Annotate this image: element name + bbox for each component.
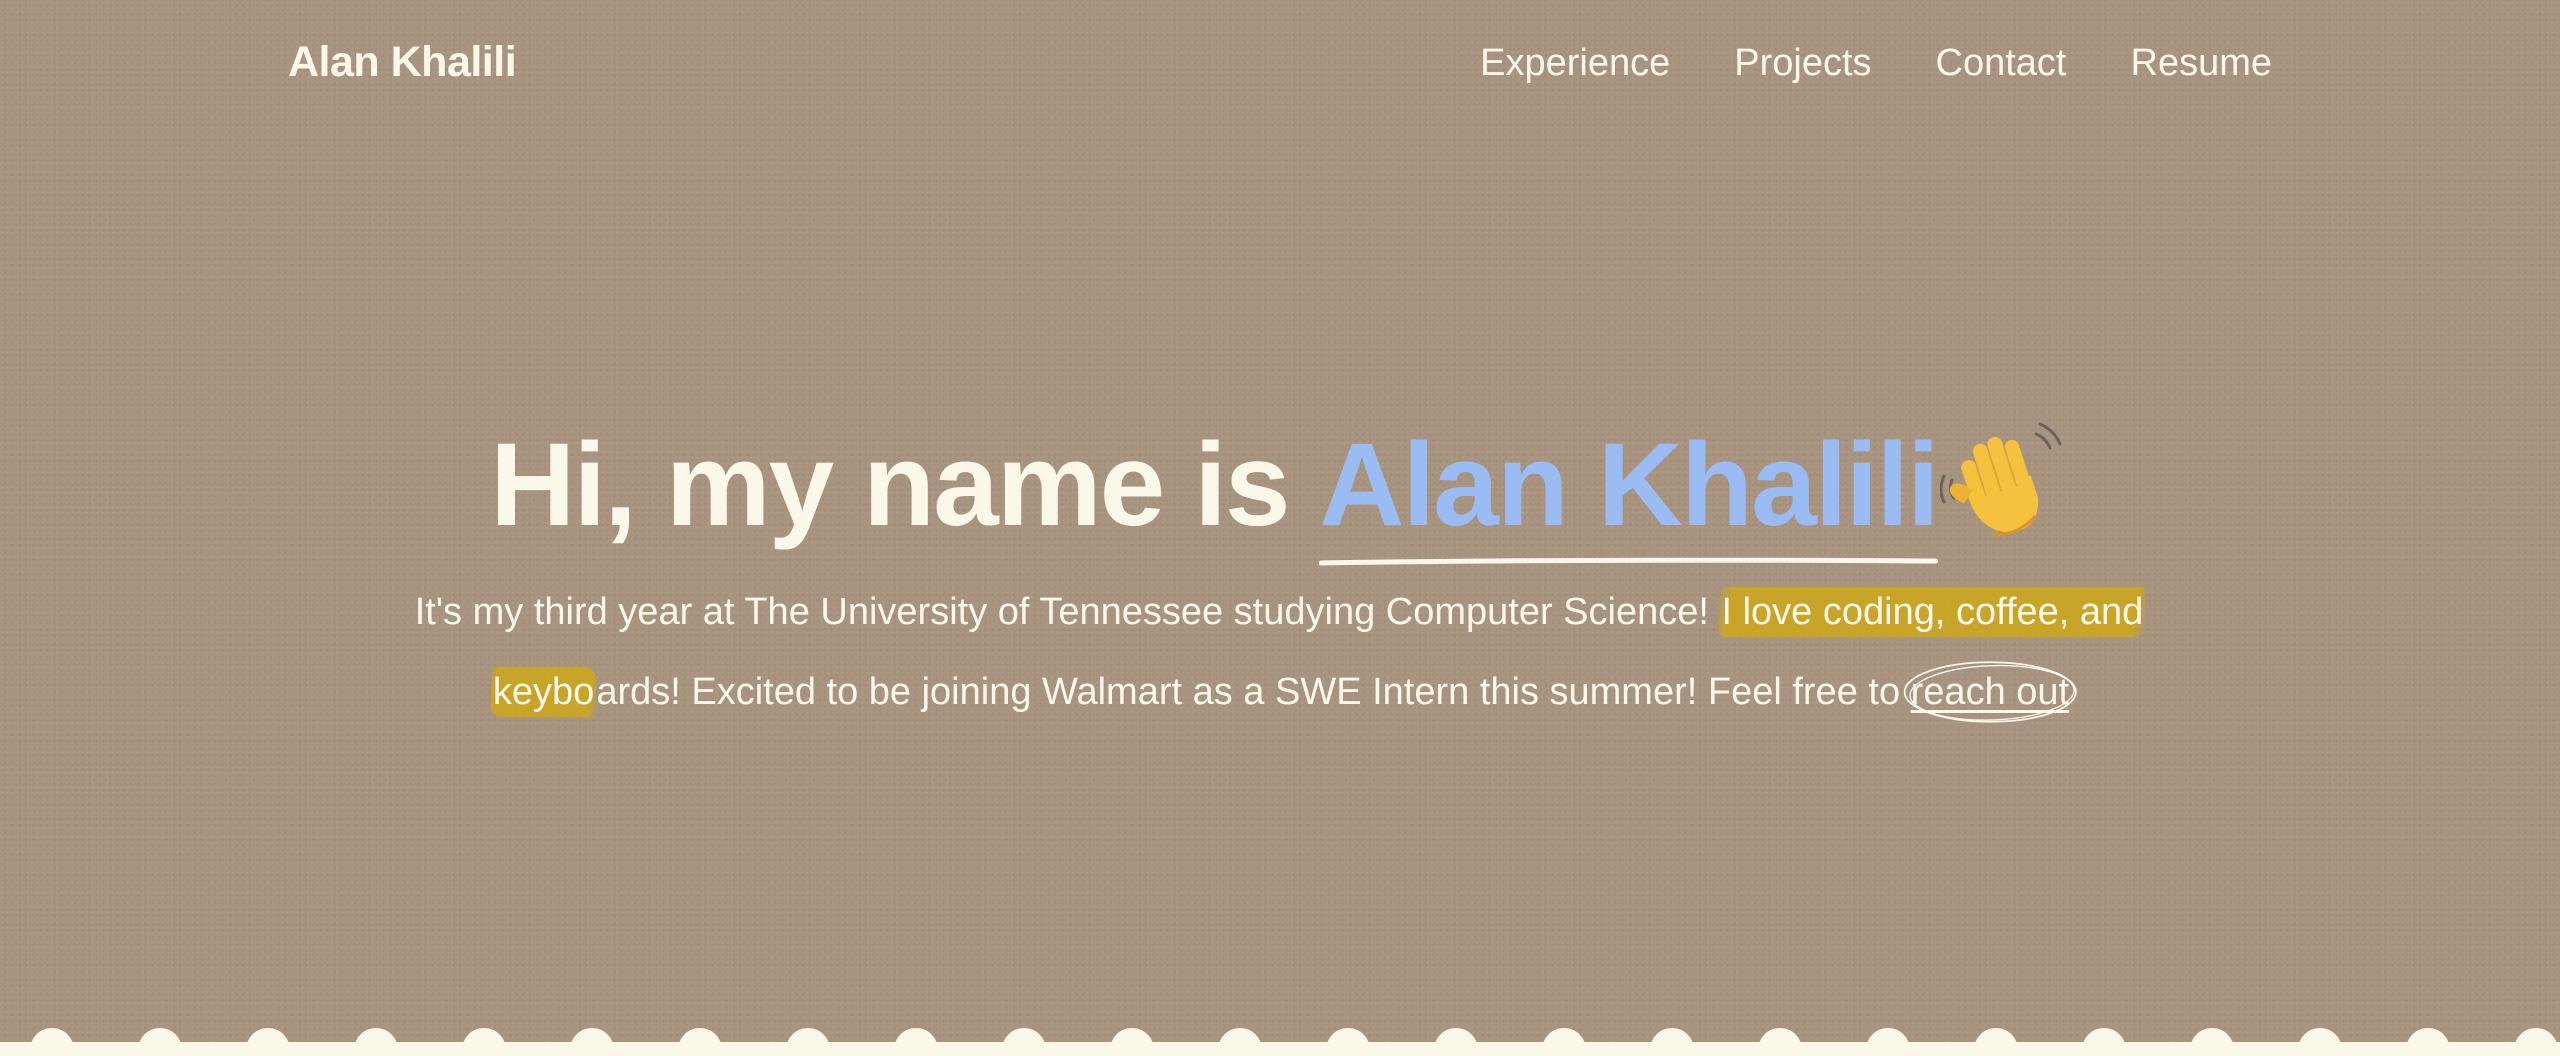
- brand-logo[interactable]: Alan Khalili: [288, 38, 517, 87]
- highlighted-interests: I love coding, coffee, and: [1719, 587, 2146, 637]
- scalloped-divider: [0, 1028, 2560, 1056]
- top-navbar: Alan Khalili Experience Projects Contact…: [0, 0, 2560, 130]
- hero-name: Alan Khalili: [1319, 419, 1940, 566]
- nav-link-projects[interactable]: Projects: [1734, 42, 1871, 85]
- nav-link-resume[interactable]: Resume: [2131, 42, 2273, 85]
- hero-title-prefix: Hi, my name is: [490, 419, 1320, 551]
- nav-links: Experience Projects Contact Resume: [1480, 42, 2272, 85]
- nav-link-contact[interactable]: Contact: [1936, 42, 2067, 85]
- hero-description: It's my third year at The University of …: [380, 572, 2180, 732]
- hero-name-text: Alan Khalili: [1319, 419, 1940, 551]
- reach-out-label: reach out: [1910, 671, 2070, 713]
- waving-hand-icon: [1939, 420, 2070, 550]
- nav-link-experience[interactable]: Experience: [1480, 42, 1670, 85]
- hero-title: Hi, my name is Alan Khalili: [0, 419, 2560, 566]
- reach-out-link[interactable]: reach out: [1903, 661, 2077, 723]
- name-underline-stroke: [1319, 557, 1938, 566]
- highlighted-interests-tail: keybo: [490, 667, 597, 717]
- hero-section: Hi, my name is Alan Khalili It's my thir…: [0, 420, 2560, 732]
- description-outro: ards! Excited to be joining Walmart as a…: [596, 671, 1911, 713]
- description-intro: It's my third year at The University of …: [414, 591, 1720, 633]
